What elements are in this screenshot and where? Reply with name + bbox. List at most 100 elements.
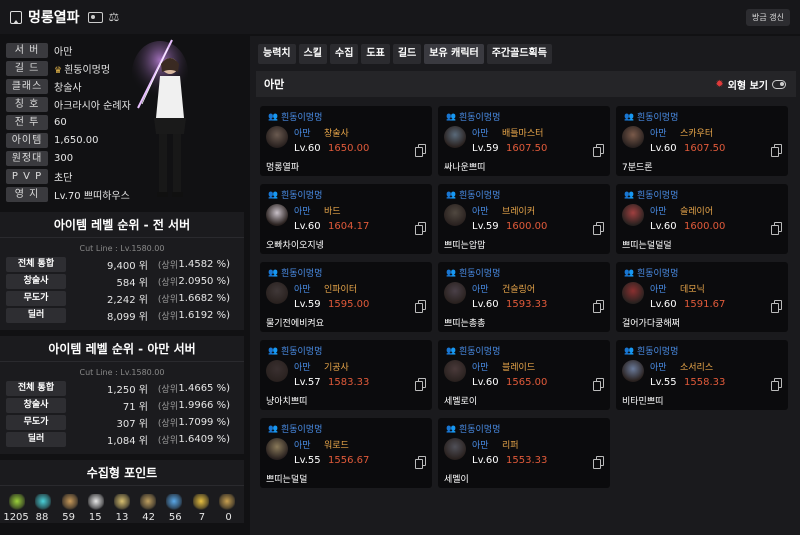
leaf-icon[interactable] [166, 494, 183, 510]
character-card[interactable]: 👥 흰동이멍멍 아만 워로드 Lv.55 1556.67 쁘띠는덜덜 [260, 418, 432, 488]
bookmark-icon[interactable] [10, 10, 22, 24]
character-class: 블레이드 [502, 363, 536, 373]
star-icon[interactable] [192, 494, 209, 510]
collect-value: 88 [35, 512, 49, 523]
character-card[interactable]: 👥 흰동이멍멍 아만 소서리스 Lv.55 1558.33 비타민쁘띠 [616, 340, 788, 410]
art-icon[interactable] [140, 494, 157, 510]
toggle-icon[interactable] [772, 80, 786, 89]
copy-icon[interactable] [771, 222, 782, 235]
guild-name: 흰동이멍멍 [280, 269, 323, 279]
character-card[interactable]: 👥 흰동이멍멍 아만 블레이드 Lv.60 1565.00 세멜로이 [438, 340, 610, 410]
rank-label: 창술사 [6, 398, 66, 413]
character-server: 아만 [294, 363, 311, 373]
rank-server-panel: 아이템 레벨 순위 - 아만 서버 Cut Line : Lv.1580.00 … [0, 336, 244, 454]
character-level: Lv.60 [472, 377, 499, 388]
profile-label: 클래스 [6, 78, 48, 94]
character-server: 아만 [294, 129, 311, 139]
guild-label: 👥 흰동이멍멍 [624, 188, 678, 201]
character-card[interactable]: 👥 흰동이멍멍 아만 바드 Lv.60 1604.17 오빠차이오지넹 [260, 184, 432, 254]
people-icon: 👥 [446, 346, 456, 355]
copy-icon[interactable] [593, 456, 604, 469]
rank-all-panel: 아이템 레벨 순위 - 전 서버 Cut Line : Lv.1580.00 전… [0, 212, 244, 330]
copy-icon[interactable] [415, 222, 426, 235]
copy-icon[interactable] [593, 300, 604, 313]
character-server: 아만 [472, 285, 489, 295]
tab-3[interactable]: 도표 [361, 44, 390, 64]
copy-icon[interactable] [415, 456, 426, 469]
profile-row: 칭 호 아크라시아 순례자 [6, 96, 131, 112]
profile-row: 길 드 ♛ 흰동이멍멍 [6, 60, 110, 76]
map-icon[interactable] [61, 494, 78, 510]
people-icon: 👥 [624, 268, 634, 277]
character-card[interactable]: 👥 흰동이멍멍 아만 브레이커 Lv.59 1600.00 쁘띠는압맙 [438, 184, 610, 254]
rank-top-label: (상위 [157, 312, 178, 322]
character-class: 바드 [324, 207, 341, 217]
tab-6[interactable]: 주간골드획득 [486, 44, 552, 64]
copy-icon[interactable] [593, 144, 604, 157]
rank-label: 창술사 [6, 274, 66, 289]
rank-label: 무도가 [6, 415, 66, 430]
refresh-button[interactable]: 방금 갱신 [746, 9, 790, 26]
character-name: 멍롱열파 [266, 163, 300, 173]
collect-value: 7 [198, 512, 206, 523]
profile-label: 칭 호 [6, 96, 48, 112]
copy-icon[interactable] [415, 378, 426, 391]
copy-icon[interactable] [415, 144, 426, 157]
avatar [266, 438, 288, 460]
avatar [266, 360, 288, 382]
character-card[interactable]: 👥 흰동이멍멍 아만 창술사 Lv.60 1650.00 멍롱열파 [260, 106, 432, 176]
character-class: 리퍼 [502, 441, 519, 451]
character-card[interactable]: 👥 흰동이멍멍 아만 인파이터 Lv.59 1595.00 물기전에비켜요 [260, 262, 432, 332]
guild-label: 👥 흰동이멍멍 [446, 344, 500, 357]
character-server: 아만 [650, 363, 667, 373]
guild-name: 흰동이멍멍 [458, 269, 501, 279]
copy-icon[interactable] [593, 378, 604, 391]
character-card[interactable]: 👥 흰동이멍멍 아만 기공사 Lv.57 1583.33 냥아치쁘띠 [260, 340, 432, 410]
tab-4[interactable]: 길드 [392, 44, 422, 64]
rank-top-label: (상위 [157, 278, 178, 288]
tab-1[interactable]: 스킬 [298, 44, 328, 64]
item-level: 1593.33 [506, 299, 548, 310]
character-server: 아만 [294, 207, 311, 217]
rank-top-label: (상위 [157, 261, 178, 271]
seed-icon[interactable] [9, 494, 26, 510]
heart-icon[interactable] [87, 494, 104, 510]
guild-label: 👥 흰동이멍멍 [446, 422, 500, 435]
collect-icons [0, 486, 244, 512]
statue-icon[interactable] [113, 494, 130, 510]
collect-value: 56 [168, 512, 182, 523]
crown-icon: ♛ [54, 65, 63, 76]
copy-icon[interactable] [415, 300, 426, 313]
profile-value: Lv.70 쁘띠하우스 [54, 190, 130, 202]
scale-icon[interactable]: ⚖ [109, 10, 120, 24]
copy-icon[interactable] [771, 144, 782, 157]
tab-5[interactable]: 보유 캐릭터 [424, 44, 484, 64]
copy-icon[interactable] [771, 378, 782, 391]
character-level: Lv.59 [472, 221, 499, 232]
cutline: Cut Line : Lv.1580.00 [79, 368, 165, 377]
character-card[interactable]: 👥 흰동이멍멍 아만 리퍼 Lv.60 1553.33 세멜이 [438, 418, 610, 488]
rank-row: 무도가 307 위 (상위 1.7099 %) [0, 414, 244, 431]
character-card[interactable]: 👥 흰동이멍멍 아만 데모닉 Lv.60 1591.67 걸어가다쿵해쩌 [616, 262, 788, 332]
character-card[interactable]: 👥 흰동이멍멍 아만 스카우터 Lv.60 1607.50 7분드론 [616, 106, 788, 176]
character-server: 아만 [472, 129, 489, 139]
copy-icon[interactable] [771, 300, 782, 313]
medal-icon[interactable] [218, 494, 235, 510]
avatar [622, 360, 644, 382]
rank-top-label: (상위 [157, 402, 178, 412]
profile-value: 창술사 [54, 82, 82, 94]
appearance-toggle[interactable]: ✹ 외형 보기 [715, 77, 786, 92]
id-card-icon[interactable] [87, 11, 103, 23]
guild-label: 👥 흰동이멍멍 [268, 110, 322, 123]
character-card[interactable]: 👥 흰동이멍멍 아만 슬레이어 Lv.60 1600.00 쁘띠는덜덜덜 [616, 184, 788, 254]
character-card[interactable]: 👥 흰동이멍멍 아만 건슬링어 Lv.60 1593.33 쁘띠는총총 [438, 262, 610, 332]
copy-icon[interactable] [593, 222, 604, 235]
character-class: 인파이터 [324, 285, 358, 295]
tab-0[interactable]: 능력치 [258, 44, 296, 64]
island-icon[interactable] [35, 494, 52, 510]
rank-percent: 1.9966 %) [178, 400, 230, 411]
rank-all-rows: 전체 통합 9,400 위 (상위 1.4582 %) 창술사 584 위 (상위 2.095… [0, 256, 244, 324]
people-icon: 👥 [446, 190, 456, 199]
tab-2[interactable]: 수집 [330, 44, 359, 64]
character-card[interactable]: 👥 흰동이멍멍 아만 배틀마스터 Lv.59 1607.50 싸나운쁘띠 [438, 106, 610, 176]
